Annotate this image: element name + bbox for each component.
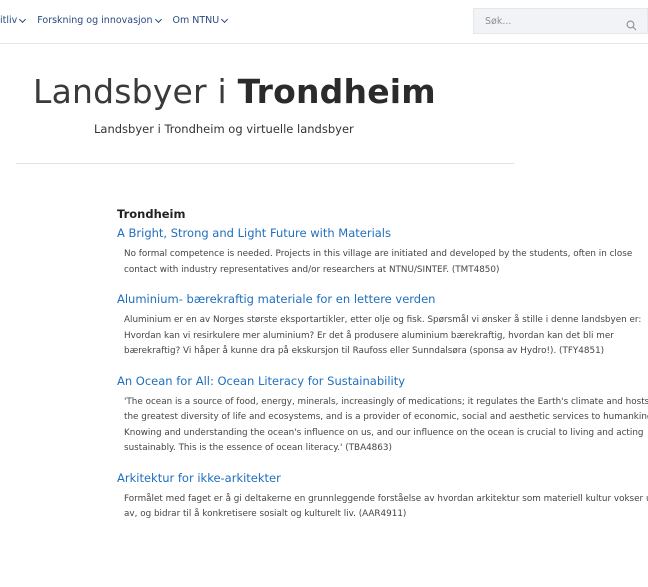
- search-box: [473, 8, 648, 34]
- village-description: No formal competence is needed. Projects…: [124, 249, 633, 275]
- section-heading: Trondheim: [117, 207, 186, 221]
- nav-item-label: itliv: [0, 15, 18, 26]
- header-divider: [16, 163, 514, 164]
- village-list: Trondheim A Bright, Strong and Light Fut…: [117, 207, 648, 537]
- chevron-down-icon: [154, 15, 162, 23]
- page-title-plain: Landsbyer i: [33, 72, 238, 111]
- list-item: Arkitektur for ikke-arkitekter Formålet …: [117, 471, 648, 523]
- village-link[interactable]: A Bright, Strong and Light Future with M…: [117, 226, 648, 240]
- chevron-down-icon: [19, 15, 27, 23]
- village-link[interactable]: An Ocean for All: Ocean Literacy for Sus…: [117, 374, 648, 388]
- village-link[interactable]: Aluminium- bærekraftig materiale for en …: [117, 292, 648, 306]
- search-icon[interactable]: [626, 16, 637, 35]
- list-item: An Ocean for All: Ocean Literacy for Sus…: [117, 374, 648, 457]
- nav-item-studentliv[interactable]: itliv: [0, 15, 27, 26]
- nav-item-forskning[interactable]: Forskning og innovasjon: [37, 15, 162, 26]
- village-description: Formålet med faget er å gi deltakerne en…: [124, 493, 648, 520]
- page-title: Landsbyer i Trondheim: [33, 72, 436, 111]
- nav-item-label: Forskning og innovasjon: [37, 15, 153, 26]
- top-navigation-bar: itliv Forskning og innovasjon Om NTNU: [0, 0, 648, 44]
- village-description: 'The ocean is a source of food, energy, …: [124, 396, 648, 454]
- chevron-down-icon: [221, 15, 229, 23]
- list-item: Aluminium- bærekraftig materiale for en …: [117, 292, 648, 360]
- village-description: Aluminium er en av Norges største ekspor…: [124, 315, 642, 356]
- nav-item-om-ntnu[interactable]: Om NTNU: [172, 15, 229, 26]
- main-nav: itliv Forskning og innovasjon Om NTNU: [0, 15, 239, 26]
- nav-item-label: Om NTNU: [172, 15, 220, 26]
- search-input[interactable]: [474, 15, 614, 27]
- page-title-bold: Trondheim: [237, 72, 436, 111]
- page-subtitle: Landsbyer i Trondheim og virtuelle lands…: [94, 122, 354, 136]
- list-item: A Bright, Strong and Light Future with M…: [117, 226, 648, 278]
- village-link[interactable]: Arkitektur for ikke-arkitekter: [117, 471, 648, 485]
